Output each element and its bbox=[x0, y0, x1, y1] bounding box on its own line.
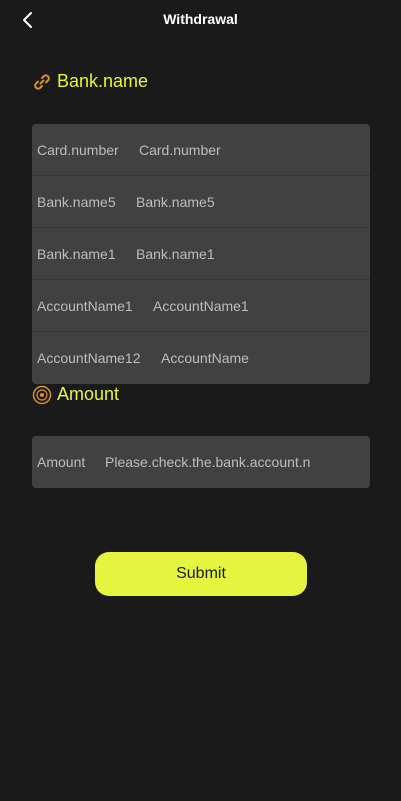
amount-section-heading: Amount bbox=[32, 384, 119, 405]
bank-name1-label: Bank.name1 bbox=[37, 245, 116, 262]
header: Withdrawal bbox=[0, 0, 401, 40]
amount-row: Amount bbox=[32, 436, 370, 488]
bank-name1-row: Bank.name1 bbox=[32, 228, 370, 280]
account-name1-row: AccountName1 bbox=[32, 280, 370, 332]
submit-button[interactable]: Submit bbox=[95, 552, 307, 596]
coin-icon bbox=[32, 385, 52, 404]
bank-section-title: Bank.name bbox=[57, 71, 149, 91]
bank-details-card: Card.number Bank.name5 Bank.name1 Accoun… bbox=[32, 124, 370, 384]
bank-section-heading: Bank.name bbox=[32, 71, 148, 92]
amount-section-title: Amount bbox=[57, 384, 120, 404]
page-title: Withdrawal bbox=[163, 11, 238, 27]
link-icon bbox=[34, 73, 50, 90]
amount-label: Amount bbox=[37, 454, 86, 470]
amount-input[interactable] bbox=[105, 454, 310, 470]
bank-name1-input[interactable] bbox=[136, 245, 361, 262]
account-name12-row: AccountName12 bbox=[32, 332, 370, 384]
account-name12-label: AccountName12 bbox=[37, 350, 141, 366]
account-name1-input[interactable] bbox=[153, 297, 363, 314]
card-number-input[interactable] bbox=[139, 141, 359, 158]
amount-card: Amount bbox=[32, 436, 370, 488]
card-number-label: Card.number bbox=[37, 141, 119, 158]
card-number-row: Card.number bbox=[32, 124, 370, 176]
bank-name5-row: Bank.name5 bbox=[32, 176, 370, 228]
bank-name5-input[interactable] bbox=[136, 193, 361, 210]
bank-name5-label: Bank.name5 bbox=[37, 193, 116, 210]
account-name-input[interactable] bbox=[161, 350, 361, 366]
account-name1-label: AccountName1 bbox=[37, 297, 133, 314]
